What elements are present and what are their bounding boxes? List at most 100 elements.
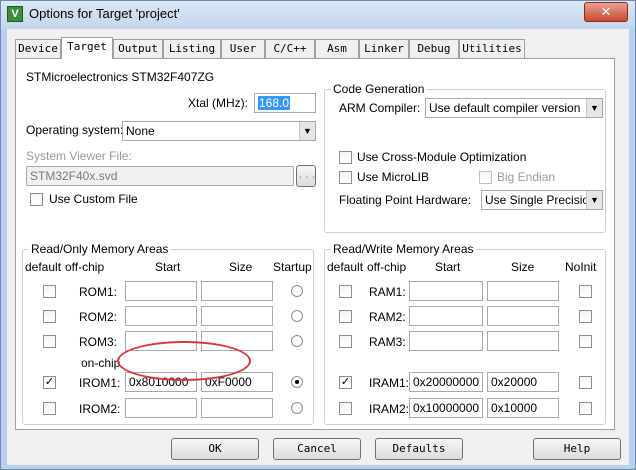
iram2-noinit-checkbox[interactable] — [579, 402, 592, 415]
fpu-label: Floating Point Hardware: — [339, 193, 472, 207]
rom3-label: ROM3: — [79, 335, 118, 349]
compiler-label: ARM Compiler: — [339, 101, 421, 115]
irom2-startup-radio[interactable] — [291, 402, 303, 414]
fpu-select[interactable]: Use Single Precision ▼ — [481, 190, 603, 210]
ram3-noinit-checkbox[interactable] — [579, 335, 592, 348]
close-button[interactable]: ✕ — [584, 2, 628, 22]
ram2-label: RAM2: — [369, 310, 406, 324]
svd-label: System Viewer File: — [26, 149, 132, 163]
svd-input[interactable]: STM32F40x.svd — [26, 166, 294, 186]
tab-device[interactable]: Device — [15, 39, 61, 58]
tab-debug[interactable]: Debug — [409, 39, 459, 58]
rom-header-size: Size — [229, 260, 253, 274]
ram-group-label: Read/Write Memory Areas — [331, 242, 476, 256]
custom-file-checkbox[interactable] — [30, 193, 43, 206]
irom2-label: IROM2: — [79, 402, 121, 416]
compiler-select-value: Use default compiler version — [429, 101, 581, 115]
iram2-default-checkbox[interactable] — [339, 402, 352, 415]
help-button[interactable]: Help — [533, 438, 621, 460]
ram1-label: RAM1: — [369, 285, 406, 299]
microlib-label: Use MicroLIB — [357, 170, 430, 184]
irom1-label: IROM1: — [79, 376, 121, 390]
rom1-startup-radio[interactable] — [291, 285, 303, 297]
ram3-start-input[interactable] — [409, 331, 483, 351]
ram-header-default: default — [327, 260, 364, 274]
iram1-size-input[interactable]: 0x20000 — [487, 372, 559, 392]
ram1-noinit-checkbox[interactable] — [579, 285, 592, 298]
irom2-default-checkbox[interactable] — [43, 402, 56, 415]
ram-header-offchip: off-chip — [367, 260, 407, 274]
cross-module-checkbox[interactable] — [339, 151, 352, 164]
iram1-start-input[interactable]: 0x20000000 — [409, 372, 483, 392]
rom1-start-input[interactable] — [125, 281, 197, 301]
irom2-start-input[interactable] — [125, 398, 197, 418]
irom1-default-checkbox[interactable]: ✓ — [43, 376, 56, 389]
irom1-startup-radio[interactable] — [291, 376, 303, 388]
rom2-label: ROM2: — [79, 310, 118, 324]
title-bar[interactable]: V Options for Target 'project' ✕ — [1, 1, 635, 29]
rom1-label: ROM1: — [79, 285, 118, 299]
tab-listing[interactable]: Listing — [163, 39, 221, 58]
defaults-button[interactable]: Defaults — [375, 438, 463, 460]
ram2-start-input[interactable] — [409, 306, 483, 326]
tab-asm[interactable]: Asm — [315, 39, 359, 58]
iram2-label: IRAM2: — [369, 402, 410, 416]
ram1-start-input[interactable] — [409, 281, 483, 301]
target-panel: STMicroelectronics STM32F407ZG Xtal (MHz… — [15, 58, 615, 430]
os-label: Operating system: — [26, 123, 124, 137]
microlib-checkbox[interactable] — [339, 171, 352, 184]
chevron-down-icon: ▼ — [299, 122, 315, 140]
ram2-noinit-checkbox[interactable] — [579, 310, 592, 323]
rom2-size-input[interactable] — [201, 306, 273, 326]
ram-header-noinit: NoInit — [565, 260, 597, 274]
tab-user[interactable]: User — [221, 39, 265, 58]
radio-selected-dot — [295, 380, 299, 384]
ram2-default-checkbox[interactable] — [339, 310, 352, 323]
ram3-label: RAM3: — [369, 335, 406, 349]
ram2-size-input[interactable] — [487, 306, 559, 326]
tab-linker[interactable]: Linker — [359, 39, 409, 58]
ram1-default-checkbox[interactable] — [339, 285, 352, 298]
xtal-input[interactable]: 168.0 — [254, 93, 316, 113]
dialog-client: Device Target Output Listing User C/C++ … — [7, 29, 629, 465]
ram-header-start: Start — [435, 260, 461, 274]
rom1-default-checkbox[interactable] — [43, 285, 56, 298]
rom2-start-input[interactable] — [125, 306, 197, 326]
rom3-startup-radio[interactable] — [291, 335, 303, 347]
fpu-select-value: Use Single Precision — [485, 193, 596, 207]
svd-browse-button[interactable]: ... — [296, 165, 317, 187]
ok-button[interactable]: OK — [171, 438, 259, 460]
keil-app-icon: V — [7, 6, 23, 22]
big-endian-checkbox[interactable] — [479, 171, 492, 184]
options-dialog: V Options for Target 'project' ✕ Device … — [0, 0, 636, 470]
rom-header-startup: Startup — [273, 260, 312, 274]
tab-c-cpp[interactable]: C/C++ — [265, 39, 315, 58]
compiler-select[interactable]: Use default compiler version ▼ — [425, 98, 603, 118]
tab-target[interactable]: Target — [61, 37, 113, 59]
iram1-label: IRAM1: — [369, 376, 410, 390]
ram1-size-input[interactable] — [487, 281, 559, 301]
os-select[interactable]: None ▼ — [122, 121, 316, 141]
annotation-ellipse — [117, 341, 251, 381]
chevron-down-icon: ▼ — [586, 99, 602, 117]
cancel-button[interactable]: Cancel — [273, 438, 361, 460]
rom2-startup-radio[interactable] — [291, 310, 303, 322]
iram1-noinit-checkbox[interactable] — [579, 376, 592, 389]
irom2-size-input[interactable] — [201, 398, 273, 418]
xtal-label: Xtal (MHz): — [188, 96, 248, 110]
rom-header-default: default — [25, 260, 62, 274]
big-endian-label: Big Endian — [497, 170, 556, 184]
ram3-default-checkbox[interactable] — [339, 335, 352, 348]
rom3-default-checkbox[interactable] — [43, 335, 56, 348]
iram2-size-input[interactable]: 0x10000 — [487, 398, 559, 418]
device-name: STMicroelectronics STM32F407ZG — [26, 70, 215, 84]
iram2-start-input[interactable]: 0x10000000 — [409, 398, 483, 418]
tab-utilities[interactable]: Utilities — [459, 39, 525, 58]
iram1-default-checkbox[interactable]: ✓ — [339, 376, 352, 389]
rom1-size-input[interactable] — [201, 281, 273, 301]
ram3-size-input[interactable] — [487, 331, 559, 351]
custom-file-label: Use Custom File — [49, 192, 138, 206]
tab-output[interactable]: Output — [113, 39, 163, 58]
rom2-default-checkbox[interactable] — [43, 310, 56, 323]
window-title: Options for Target 'project' — [29, 6, 180, 21]
